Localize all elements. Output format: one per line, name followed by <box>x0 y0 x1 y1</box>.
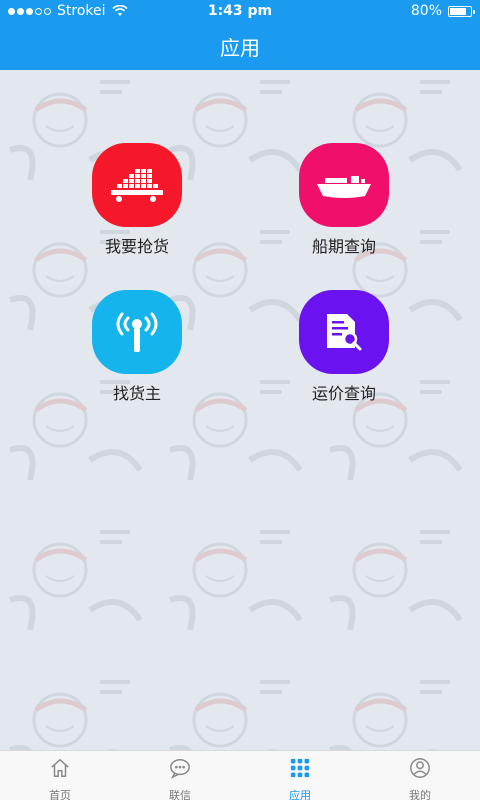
status-time: 1:43 pm <box>207 3 273 19</box>
tab-messages[interactable]: 联信 <box>120 751 240 800</box>
battery-fill <box>450 7 466 15</box>
app-find-shipper[interactable]: 找货主 <box>67 290 207 420</box>
app-label: 运价查询 <box>311 384 376 403</box>
app-grid: 我要抢货 船期查询 找货主 运价查询 <box>0 70 480 403</box>
page-title: 应用 <box>220 36 260 60</box>
app-ship-schedule[interactable]: 船期查询 <box>274 143 414 273</box>
app-freight-rate[interactable]: 运价查询 <box>274 290 414 420</box>
grid-icon <box>290 758 310 778</box>
tab-label: 联信 <box>169 789 191 800</box>
main-content: 我要抢货 船期查询 找货主 运价查询 <box>0 70 480 750</box>
app-grab-cargo[interactable]: 我要抢货 <box>67 143 207 273</box>
document-search-icon <box>327 314 362 351</box>
app-icon-container[interactable] <box>92 143 182 227</box>
tab-bar: 首页 联信 应用 我的 <box>0 750 480 800</box>
tab-home[interactable]: 首页 <box>0 751 120 800</box>
app-icon-container[interactable] <box>92 290 182 374</box>
chat-icon <box>170 759 190 779</box>
tab-label: 首页 <box>49 789 71 800</box>
ship-icon <box>317 176 371 198</box>
header: Strokei 1:43 pm 80% 应用 <box>0 0 480 70</box>
home-icon <box>51 758 69 777</box>
app-label: 我要抢货 <box>104 237 169 256</box>
tab-apps[interactable]: 应用 <box>240 751 360 800</box>
app-icon-container[interactable] <box>299 143 389 227</box>
signal-tower-icon <box>116 312 158 352</box>
containers-truck-icon <box>111 169 163 202</box>
app-icon-container[interactable] <box>299 290 389 374</box>
app-label: 找货主 <box>112 384 161 403</box>
status-right: 80% <box>410 3 475 19</box>
app-label: 船期查询 <box>311 237 376 256</box>
tab-label: 我的 <box>409 789 431 800</box>
tab-label: 应用 <box>289 789 311 800</box>
tab-profile[interactable]: 我的 <box>360 751 480 800</box>
profile-icon <box>410 758 430 778</box>
battery-icon <box>448 5 475 17</box>
status-bar: Strokei 1:43 pm 80% <box>0 0 480 22</box>
battery-percent: 80% <box>410 3 442 19</box>
